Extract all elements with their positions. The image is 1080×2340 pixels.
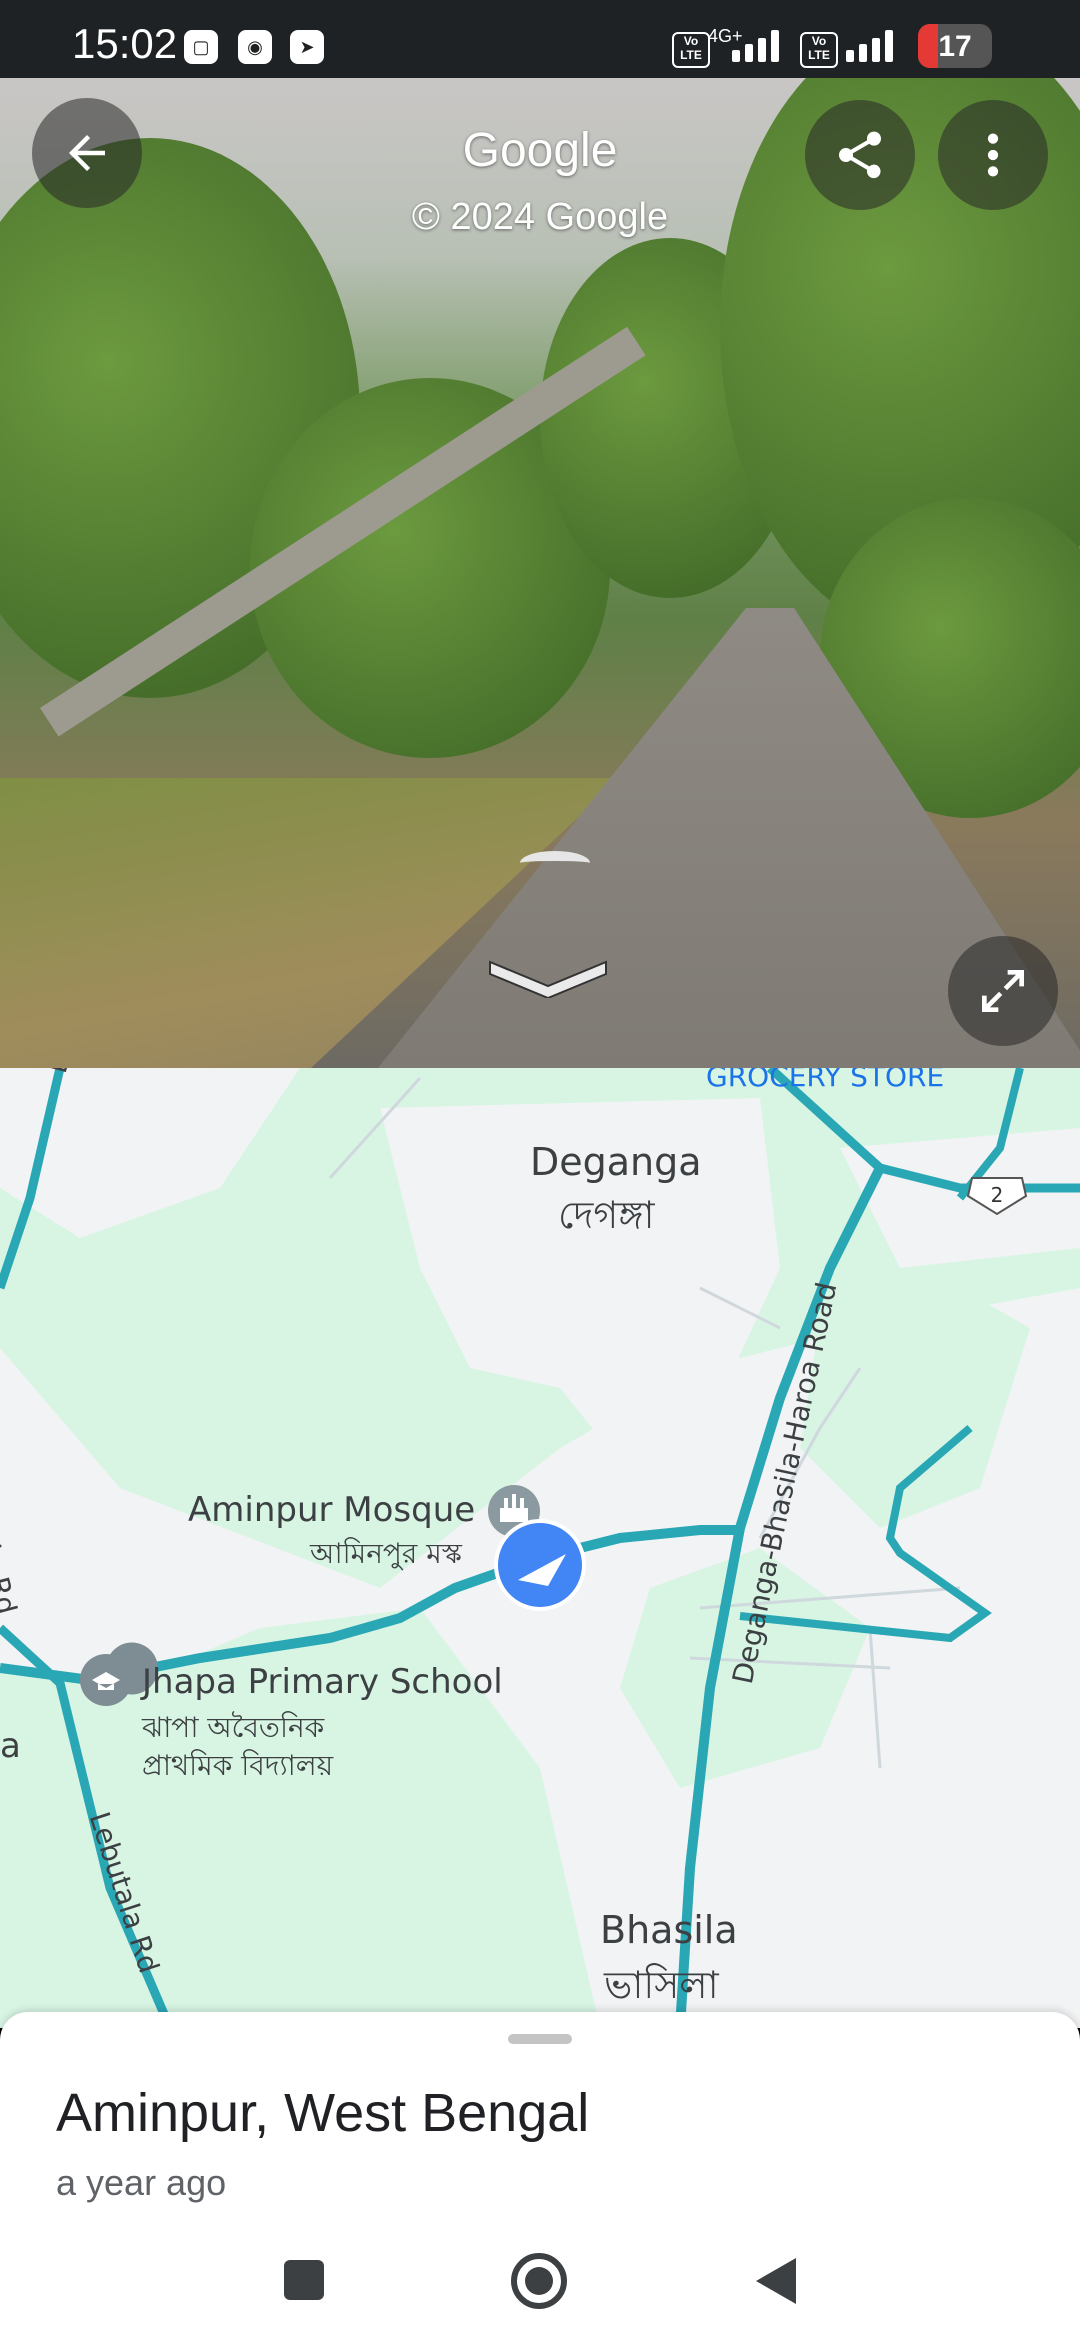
battery-level: 17 — [938, 30, 972, 63]
street-view-panorama[interactable]: Google © 2024 Google — [0, 78, 1080, 1068]
street-view-copyright: © 2024 Google — [411, 196, 669, 238]
system-nav-bar — [0, 2230, 1080, 2340]
map-label-bhasila-bn: ভাসিলা — [604, 1963, 719, 2007]
map-label-mosque-bn: আমিনপুর মস্ক — [310, 1537, 462, 1570]
map-label-school[interactable]: Jhapa Primary School — [142, 1662, 503, 1702]
map-canvas: 2 — [0, 1068, 1080, 2028]
share-button[interactable] — [805, 100, 915, 210]
telegram-icon: ➤ — [290, 30, 324, 64]
map-view[interactable]: 2 GROCERY STORE Deganga দেগঙ্গা Lebu Leb… — [0, 1068, 1080, 2028]
signal-icon-2 — [846, 30, 893, 62]
navigate-forward-arrow[interactable] — [520, 851, 590, 875]
more-vert-icon — [987, 133, 999, 177]
route-shield-number: 2 — [991, 1183, 1004, 1207]
map-label-deganga-bn: দেগঙ্গা — [558, 1193, 655, 1237]
fullscreen-icon — [982, 970, 1024, 1012]
map-label-deganga[interactable]: Deganga — [530, 1140, 702, 1184]
chat-bubble-icon: ◉ — [238, 30, 272, 64]
street-view-title: Google — [462, 124, 618, 177]
fullscreen-button[interactable] — [948, 936, 1058, 1046]
back-triangle-icon[interactable] — [754, 2256, 798, 2306]
more-options-button[interactable] — [938, 100, 1048, 210]
battery-indicator: 17 — [918, 24, 992, 68]
capture-date: a year ago — [56, 2162, 227, 2203]
current-location-icon[interactable] — [494, 1519, 586, 1611]
signal-icon — [732, 30, 779, 62]
status-bar: 15:02 ▢ ◉ ➤ Vo LTE 4G+ Vo LTE 17 — [0, 0, 1080, 78]
status-time: 15:02 — [72, 20, 178, 67]
share-icon — [839, 131, 881, 179]
map-label-mosque[interactable]: Aminpur Mosque — [188, 1490, 475, 1530]
map-label-edge-a: a — [0, 1726, 21, 1766]
navigate-back-arrow[interactable] — [488, 958, 608, 998]
place-name: Aminpur, West Bengal — [56, 2083, 590, 2143]
map-label-school-bn-2: প্রাথমিক বিদ্যালয় — [142, 1749, 334, 1782]
volte-icon: Vo LTE — [672, 32, 710, 68]
screen-record-icon: ▢ — [184, 30, 218, 64]
volte-icon-2: Vo LTE — [800, 32, 838, 68]
place-info-sheet[interactable]: Aminpur, West Bengal a year ago — [0, 2012, 1080, 2340]
sheet-drag-handle[interactable] — [508, 2034, 572, 2044]
home-circle-icon[interactable] — [510, 2252, 568, 2310]
recents-square-icon[interactable] — [282, 2258, 326, 2302]
map-label-bhasila[interactable]: Bhasila — [600, 1908, 738, 1952]
map-label-grocery[interactable]: GROCERY STORE — [706, 1068, 944, 1093]
